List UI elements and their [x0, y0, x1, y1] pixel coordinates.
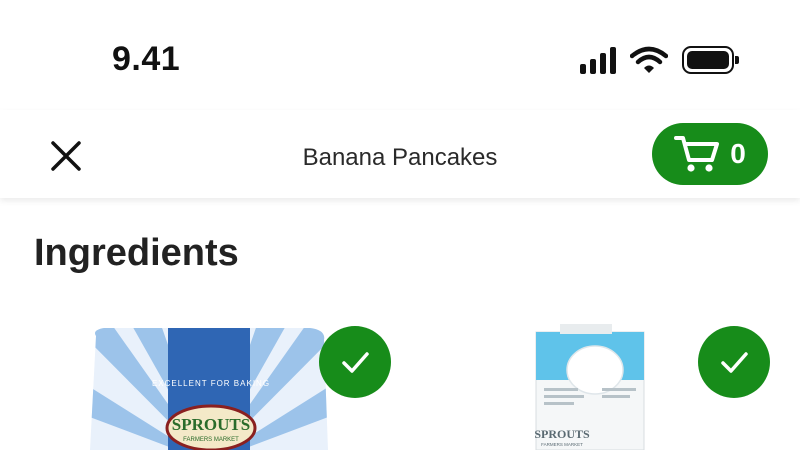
cart-button[interactable]: 0 [652, 123, 768, 185]
flour-tagline: EXCELLENT FOR BAKING [152, 379, 270, 388]
milk-brand-sub: FARMERS MARKET [541, 442, 583, 447]
status-icons [580, 44, 739, 76]
top-nav-bar: Banana Pancakes 0 [0, 110, 800, 198]
selected-check-badge[interactable] [319, 326, 391, 398]
flour-brand: SPROUTS [172, 415, 250, 434]
battery-icon [682, 46, 739, 74]
flour-bag-image: EXCELLENT FOR BAKING SPROUTS FARMERS MAR… [90, 328, 328, 450]
status-time: 9.41 [112, 40, 181, 78]
selected-check-badge[interactable] [698, 326, 770, 398]
cellular-signal-icon [580, 46, 616, 74]
section-title: Ingredients [34, 232, 239, 274]
product-card-milk[interactable]: SPROUTS FARMERS MARKET [530, 322, 650, 450]
milk-brand: SPROUTS [534, 427, 590, 441]
status-bar: 9.41 [0, 0, 800, 110]
cart-icon [674, 136, 720, 172]
checkmark-icon [342, 352, 369, 373]
checkmark-icon [721, 352, 748, 373]
wifi-icon [630, 46, 668, 73]
milk-carton-image: SPROUTS FARMERS MARKET [534, 324, 645, 450]
cart-count: 0 [730, 138, 746, 169]
flour-brand-sub: FARMERS MARKET [183, 437, 239, 443]
product-card-flour[interactable]: EXCELLENT FOR BAKING SPROUTS FARMERS MAR… [90, 322, 328, 450]
